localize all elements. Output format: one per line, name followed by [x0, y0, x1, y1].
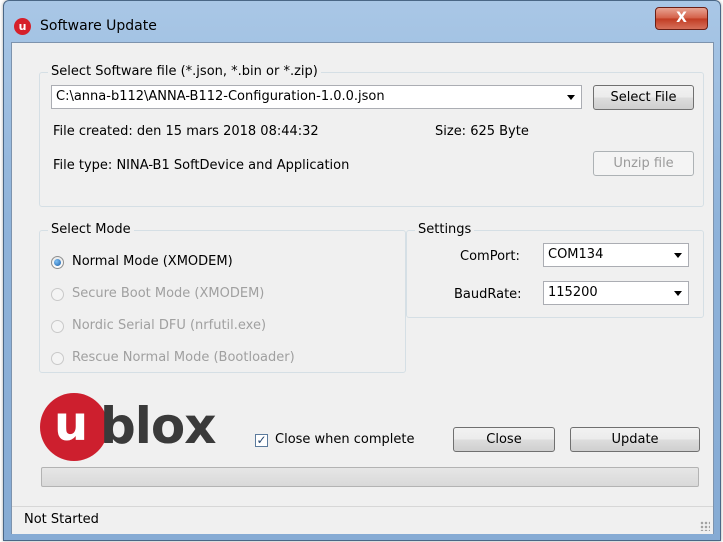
nordic-serial-dfu-label: Nordic Serial DFU (nrfutil.exe)	[72, 318, 267, 333]
file-created-text: File created: den 15 mars 2018 08:44:32	[53, 124, 319, 139]
title-bar[interactable]: u Software Update X	[4, 1, 720, 41]
settings-legend: Settings	[415, 222, 475, 237]
update-progress-bar	[41, 467, 699, 487]
ublox-logo: u blox	[40, 387, 240, 465]
software-update-window: u Software Update X Select Software file…	[3, 0, 721, 541]
normal-mode-radio[interactable]	[51, 256, 64, 269]
select-file-button[interactable]: Select File	[593, 85, 694, 110]
rescue-normal-mode-radio[interactable]	[51, 352, 64, 365]
window-close-button[interactable]: X	[655, 7, 708, 30]
file-path-combobox[interactable]: C:\anna-b112\ANNA-B112-Configuration-1.0…	[51, 85, 582, 109]
select-file-group: Select Software file (*.json, *.bin or *…	[39, 64, 704, 207]
file-type-text: File type: NINA-B1 SoftDevice and Applic…	[53, 158, 350, 173]
normal-mode-label: Normal Mode (XMODEM)	[72, 254, 233, 269]
ublox-app-icon: u	[14, 18, 31, 35]
close-icon: X	[676, 10, 687, 26]
select-mode-legend: Select Mode	[48, 222, 134, 237]
status-bar: Not Started	[12, 506, 713, 534]
file-size-text: Size: 625 Byte	[435, 124, 529, 139]
secure-boot-mode-radio[interactable]	[51, 288, 64, 301]
resize-grip-icon[interactable]	[700, 521, 710, 531]
settings-group: Settings ComPort: COM134 BaudRate: 11520…	[406, 222, 704, 318]
comport-combobox[interactable]: COM134	[543, 243, 689, 267]
baudrate-combobox[interactable]: 115200	[543, 281, 689, 305]
comport-label: ComPort:	[460, 249, 520, 264]
chevron-down-icon	[674, 253, 682, 258]
chevron-down-icon	[567, 95, 575, 100]
chevron-down-icon	[674, 291, 682, 296]
close-when-complete-checkbox[interactable]: ✓	[255, 434, 268, 447]
update-button[interactable]: Update	[570, 427, 700, 452]
rescue-normal-mode-label: Rescue Normal Mode (Bootloader)	[72, 350, 295, 365]
unzip-file-button[interactable]: Unzip file	[593, 151, 694, 176]
select-mode-group: Select Mode Normal Mode (XMODEM) Secure …	[39, 222, 406, 373]
status-text: Not Started	[24, 512, 99, 527]
nordic-serial-dfu-radio[interactable]	[51, 320, 64, 333]
logo-u-letter: u	[54, 396, 89, 452]
close-button[interactable]: Close	[453, 427, 555, 452]
checkmark-icon: ✓	[256, 433, 267, 447]
baudrate-label: BaudRate:	[454, 287, 522, 302]
comport-value: COM134	[548, 247, 604, 262]
file-path-value: C:\anna-b112\ANNA-B112-Configuration-1.0…	[56, 89, 385, 104]
select-file-legend: Select Software file (*.json, *.bin or *…	[48, 64, 321, 79]
secure-boot-mode-label: Secure Boot Mode (XMODEM)	[72, 286, 265, 301]
logo-wordmark: blox	[100, 397, 217, 455]
baudrate-value: 115200	[548, 285, 598, 300]
window-title: Software Update	[40, 18, 157, 34]
dialog-client-area: Select Software file (*.json, *.bin or *…	[11, 42, 714, 534]
close-when-complete-label: Close when complete	[275, 432, 415, 447]
